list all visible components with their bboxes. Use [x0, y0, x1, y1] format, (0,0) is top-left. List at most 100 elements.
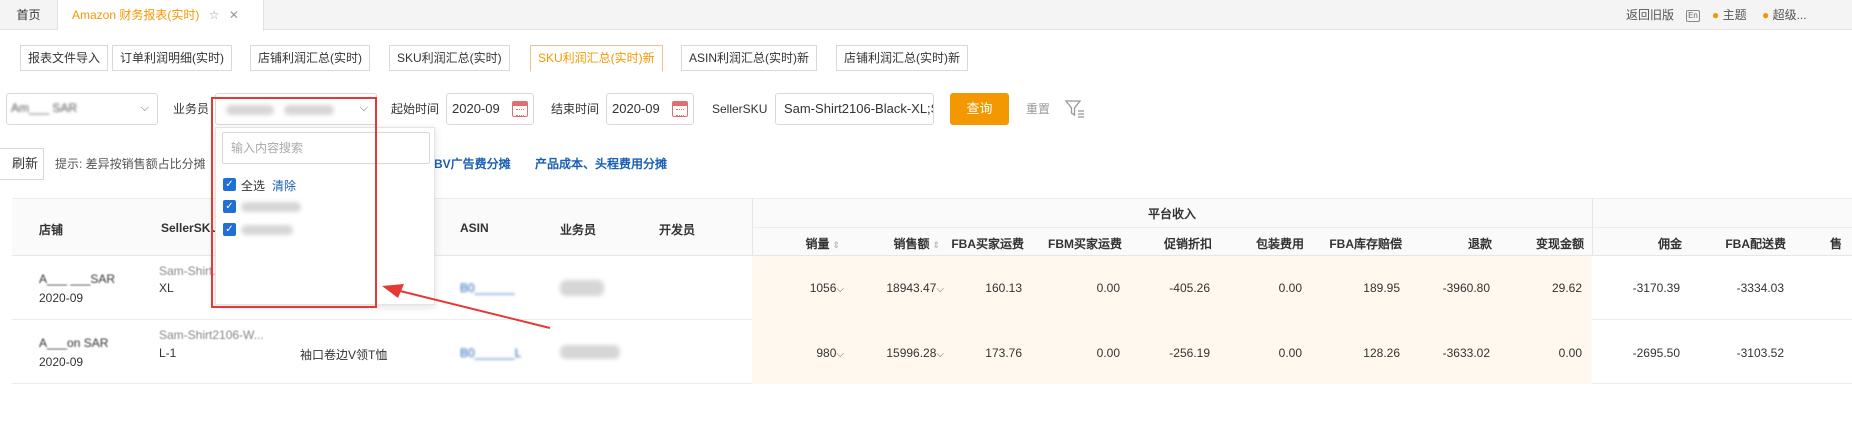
- cell-sku-line2: L-1: [159, 346, 177, 360]
- cell-fba-inventory-comp: 128.26: [1363, 346, 1400, 360]
- end-time-label: 结束时间: [551, 102, 600, 116]
- cell-fba-buyer-shipping: 160.13: [985, 281, 1022, 295]
- cell-shop: A___ ___SAR: [39, 272, 116, 286]
- cell-qty: 1056⌵: [809, 281, 844, 295]
- cell-packaging-fee: 0.00: [1278, 281, 1302, 295]
- start-date-picker[interactable]: 2020-09: [446, 93, 534, 125]
- col-fbm-buyer-shipping: FBM买家运费: [1048, 237, 1122, 251]
- tab-amazon-finance-label: Amazon 财务报表(实时): [72, 8, 200, 22]
- subtab-shop-profit-new[interactable]: 店铺利润汇总(实时)新: [836, 45, 968, 71]
- user-menu[interactable]: ● 超级...: [1762, 0, 1807, 30]
- query-button[interactable]: 查询: [950, 93, 1009, 125]
- cell-promo-discount: -405.26: [1169, 281, 1210, 295]
- calendar-icon[interactable]: [672, 101, 688, 117]
- cost-allocation-link[interactable]: 产品成本、头程费用分摊: [535, 148, 667, 180]
- start-date-value: 2020-09: [452, 101, 500, 116]
- annotation-arrow-icon: [382, 284, 551, 329]
- theme-label: 主题: [1722, 8, 1747, 22]
- subtab-order-profit[interactable]: 订单利润明细(实时): [112, 45, 232, 71]
- tab-home[interactable]: 首页: [0, 0, 58, 30]
- language-icon[interactable]: En: [1686, 0, 1700, 30]
- hint-text: 提示: 差异按销售额占比分摊: [55, 157, 206, 171]
- ads-allocation-link[interactable]: BV广告费分摊: [434, 148, 511, 180]
- group-header-platform-income: 平台收入: [1148, 207, 1197, 221]
- annotation-highlight-box: [211, 97, 377, 308]
- cell-commission: -2695.50: [1632, 346, 1680, 360]
- col-qty[interactable]: 销量 ⇕: [790, 235, 840, 252]
- cell-fbm-buyer-shipping: 0.00: [1096, 346, 1120, 360]
- cell-cash-amount: 0.00: [1558, 346, 1582, 360]
- subtab-sku-profit-new[interactable]: SKU利润汇总(实时)新: [530, 45, 663, 72]
- cell-cash-amount: 29.62: [1551, 281, 1582, 295]
- col-fba-delivery-fee: FBA配送费: [1725, 237, 1786, 251]
- cell-month: 2020-09: [39, 291, 84, 305]
- subtab-asin-profit-new[interactable]: ASIN利润汇总(实时)新: [681, 45, 818, 71]
- legacy-version-link[interactable]: 返回旧版: [1626, 0, 1674, 30]
- palette-icon: ●: [1712, 8, 1720, 22]
- cell-salesperson-redacted: [560, 280, 604, 296]
- seller-sku-label: SellerSKU: [712, 102, 768, 116]
- shop-select-value: Am___ SAR: [11, 101, 78, 115]
- cell-salesperson-redacted: [560, 345, 620, 359]
- col-salesperson: 业务员: [560, 223, 597, 237]
- cell-fba-delivery-fee: -3103.52: [1736, 346, 1784, 360]
- col-asin: ASIN: [460, 221, 489, 235]
- cell-sku-line2: XL: [159, 281, 174, 295]
- top-tab-bar: 首页 Amazon 财务报表(实时) ☆ ✕ 返回旧版 En ● 主题 ● 超级…: [0, 0, 1852, 31]
- cell-commission: -3170.39: [1632, 281, 1680, 295]
- end-date-value: 2020-09: [612, 101, 660, 116]
- cell-fba-buyer-shipping: 173.76: [985, 346, 1022, 360]
- seller-sku-input[interactable]: Sam-Shirt2106-Black-XL;S: [775, 93, 934, 125]
- subtab-report-import[interactable]: 报表文件导入: [20, 45, 109, 71]
- cell-fba-inventory-comp: 189.95: [1363, 281, 1400, 295]
- cell-refund: -3960.80: [1442, 281, 1490, 295]
- user-icon: ●: [1762, 8, 1770, 22]
- col-truncated: 售: [1830, 237, 1843, 251]
- cell-fba-delivery-fee: -3334.03: [1736, 281, 1784, 295]
- end-date-picker[interactable]: 2020-09: [606, 93, 694, 125]
- chevron-down-icon[interactable]: ⌵: [836, 284, 844, 295]
- star-icon[interactable]: ☆: [209, 8, 220, 22]
- chevron-down-icon[interactable]: ⌵: [836, 349, 844, 360]
- col-commission: 佣金: [1657, 237, 1682, 251]
- salesperson-label: 业务员: [173, 102, 210, 116]
- cell-asin-link[interactable]: B0______L: [460, 346, 521, 360]
- col-packaging-fee: 包装费用: [1255, 237, 1304, 251]
- col-cash-amount: 变现金额: [1535, 237, 1584, 251]
- col-developer: 开发员: [659, 223, 696, 237]
- cell-promo-discount: -256.19: [1169, 346, 1210, 360]
- cell-shop: A___on SAR: [39, 336, 109, 350]
- cell-packaging-fee: 0.00: [1278, 346, 1302, 360]
- reset-button[interactable]: 重置: [1026, 93, 1050, 125]
- header-divider: [1592, 198, 1593, 256]
- cell-product-title: 袖口卷边V领T恤: [300, 348, 388, 362]
- sort-icon[interactable]: ⇕: [832, 240, 840, 250]
- start-time-label: 起始时间: [391, 102, 440, 116]
- refresh-button[interactable]: 刷新: [0, 148, 44, 180]
- col-promo-discount: 促销折扣: [1163, 237, 1212, 251]
- col-shop: 店铺: [39, 223, 64, 237]
- theme-button[interactable]: ● 主题: [1712, 0, 1747, 30]
- sort-icon[interactable]: ⇕: [932, 240, 940, 250]
- cell-refund: -3633.02: [1442, 346, 1490, 360]
- subtab-sku-profit[interactable]: SKU利润汇总(实时): [389, 45, 510, 71]
- tab-amazon-finance[interactable]: Amazon 财务报表(实时) ☆ ✕: [58, 0, 264, 31]
- cell-fbm-buyer-shipping: 0.00: [1096, 281, 1120, 295]
- calendar-icon[interactable]: [512, 101, 528, 117]
- filter-funnel-icon[interactable]: [1063, 97, 1087, 121]
- cell-qty: 980⌵: [816, 346, 844, 360]
- user-name: 超级...: [1772, 8, 1807, 22]
- cell-sales: 15996.28⌵: [886, 346, 944, 360]
- cell-sales: 18943.47⌵: [886, 281, 944, 295]
- col-fba-inventory-comp: FBA库存赔偿: [1329, 237, 1402, 251]
- shop-select[interactable]: Am___ SAR ⌵: [6, 93, 158, 125]
- close-icon[interactable]: ✕: [229, 8, 239, 22]
- cell-sku-line1: Sam-Shirt2106-W...: [159, 328, 264, 342]
- subtab-shop-profit[interactable]: 店铺利润汇总(实时): [250, 45, 370, 71]
- header-divider: [752, 198, 753, 256]
- header-divider: [752, 227, 1852, 228]
- chevron-down-icon: ⌵: [140, 102, 149, 114]
- col-sales[interactable]: 销售额 ⇕: [870, 235, 940, 252]
- col-refund: 退款: [1467, 237, 1492, 251]
- col-fba-buyer-shipping: FBA买家运费: [951, 237, 1024, 251]
